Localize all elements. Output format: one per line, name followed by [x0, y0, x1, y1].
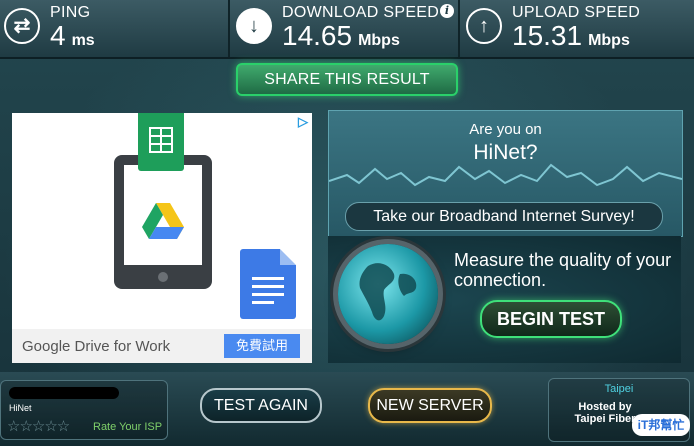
- redacted-ip: [9, 387, 119, 399]
- download-value-row: 14.65 Mbps: [282, 20, 400, 52]
- server-city: Taipei: [604, 383, 634, 395]
- ping-metric: ⇄ PING 4 ms: [0, 0, 228, 57]
- new-server-button[interactable]: NEW SERVER: [368, 388, 492, 423]
- ad-choices-icon[interactable]: ▷: [296, 115, 310, 129]
- measure-title: Measure the quality of your connection.: [454, 250, 672, 290]
- test-again-button[interactable]: TEST AGAIN: [200, 388, 322, 423]
- swap-arrows-icon: ⇄: [4, 8, 40, 44]
- survey-question: Are you on: [469, 121, 542, 138]
- star-rating[interactable]: ☆☆☆☆☆: [7, 417, 70, 435]
- drive-icon: [142, 203, 184, 239]
- hosted-by-label: Hosted by: [578, 401, 632, 413]
- upload-unit: Mbps: [588, 32, 630, 49]
- ad-cta-button[interactable]: 免費試用: [224, 334, 300, 358]
- docs-icon: [240, 249, 296, 319]
- sheets-icon: [138, 113, 184, 171]
- ping-value-row: 4 ms: [50, 20, 95, 52]
- begin-test-button[interactable]: BEGIN TEST: [480, 300, 622, 338]
- ad-footer: Google Drive for Work 免費試用: [12, 329, 312, 363]
- ping-unit: ms: [71, 32, 95, 49]
- download-value: 14.65: [282, 20, 353, 51]
- ad-text: Google Drive for Work: [22, 338, 171, 355]
- share-result-button[interactable]: SHARE THIS RESULT: [236, 63, 458, 96]
- divider: [228, 0, 230, 57]
- globe-icon: [338, 244, 438, 344]
- up-arrow-icon: ↑: [466, 8, 502, 44]
- upload-value: 15.31: [512, 20, 583, 51]
- bottom-bar: HiNet ☆☆☆☆☆ Rate Your ISP TEST AGAIN NEW…: [0, 372, 694, 446]
- divider: [458, 0, 460, 57]
- watermark-logo: iT邦幫忙: [632, 414, 690, 436]
- isp-rating-box: HiNet ☆☆☆☆☆ Rate Your ISP: [0, 380, 168, 440]
- measure-panel: Measure the quality of your connection. …: [328, 236, 681, 363]
- decorative-line-graph: [329, 163, 682, 187]
- tablet-home-button: [158, 272, 168, 282]
- ad-banner[interactable]: ▷ Google Drive for Work 免費試用: [12, 113, 312, 363]
- upload-metric: ↑ UPLOAD SPEED 15.31 Mbps: [462, 0, 694, 57]
- isp-name: HiNet: [9, 403, 32, 413]
- rate-isp-link[interactable]: Rate Your ISP: [93, 421, 162, 433]
- download-unit: Mbps: [358, 32, 400, 49]
- ping-value: 4: [50, 20, 66, 51]
- survey-panel: Are you on HiNet? Take our Broadband Int…: [328, 110, 683, 237]
- results-bar: ⇄ PING 4 ms ↓ DOWNLOAD SPEED i 14.65 Mbps …: [0, 0, 694, 59]
- download-metric: ↓ DOWNLOAD SPEED i 14.65 Mbps: [232, 0, 458, 57]
- survey-button[interactable]: Take our Broadband Internet Survey!: [345, 202, 663, 231]
- info-icon[interactable]: i: [440, 4, 454, 18]
- upload-value-row: 15.31 Mbps: [512, 20, 630, 52]
- down-arrow-icon: ↓: [236, 8, 272, 44]
